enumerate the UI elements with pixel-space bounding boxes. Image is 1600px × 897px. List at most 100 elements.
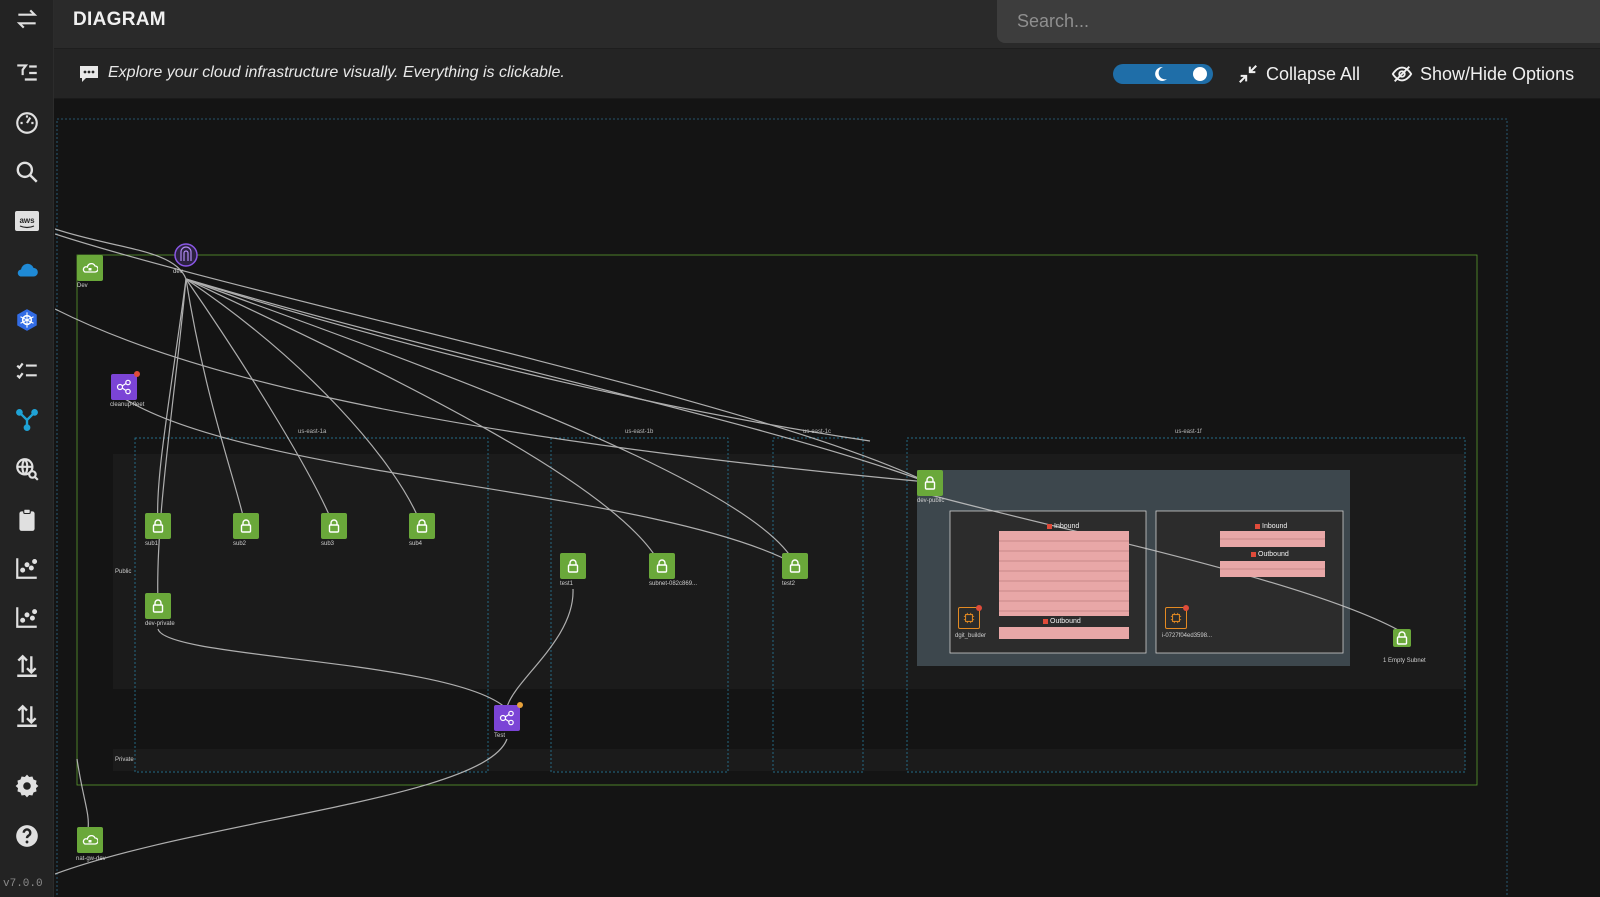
filter-tree-icon[interactable] xyxy=(11,57,43,89)
hint-text: Explore your cloud infrastructure visual… xyxy=(108,64,565,82)
subnet-sub4-label: sub4 xyxy=(409,541,422,547)
ec2-instance-2[interactable] xyxy=(1165,607,1187,629)
clipboard-icon[interactable] xyxy=(11,504,43,536)
collapse-all-button[interactable]: Collapse All xyxy=(1237,62,1360,86)
ec2-instance-1-label: dgit_builder xyxy=(955,633,986,639)
az-label-4: us-east-1f xyxy=(1175,429,1202,435)
dark-mode-toggle[interactable] xyxy=(1113,64,1213,84)
kubernetes-icon[interactable] xyxy=(11,304,43,336)
subnet-dev-private[interactable] xyxy=(145,593,171,619)
eye-slash-icon xyxy=(1391,63,1413,85)
checklist-icon[interactable] xyxy=(11,355,43,387)
subnet-sub1[interactable] xyxy=(145,513,171,539)
share-nodes-icon xyxy=(115,378,133,396)
settings-icon[interactable] xyxy=(11,770,43,802)
empty-subnet-label: 1 Empty Subnet xyxy=(1383,658,1426,664)
test-node[interactable] xyxy=(494,705,520,731)
lock-icon xyxy=(787,558,803,574)
diagram-toolbar: Explore your cloud infrastructure visual… xyxy=(54,49,1600,99)
sg-inbound-title-1: Inbound xyxy=(1047,523,1079,530)
cleanup-fleet-node[interactable] xyxy=(111,374,137,400)
lock-icon xyxy=(922,475,938,491)
show-hide-options-label: Show/Hide Options xyxy=(1420,64,1574,85)
show-hide-options-button[interactable]: Show/Hide Options xyxy=(1391,62,1574,86)
subnet-dev-public[interactable] xyxy=(917,470,943,496)
search-icon[interactable] xyxy=(11,156,43,188)
vpc-label: Dev xyxy=(77,283,88,289)
sg-outbound-title-1: Outbound xyxy=(1043,618,1081,625)
lock-icon xyxy=(414,518,430,534)
test-node-label: Test xyxy=(494,733,505,739)
empty-subnet-node[interactable] xyxy=(1393,629,1411,647)
subnet-test2[interactable] xyxy=(782,553,808,579)
nat-gateway-label: nat-gw-dev xyxy=(76,856,106,862)
public-zone-label: Public xyxy=(115,569,131,575)
diagram-svg xyxy=(55,99,1600,897)
sort-arrows-icon[interactable] xyxy=(11,650,43,682)
alert-badge xyxy=(134,371,140,377)
az-label-2: us-east-1b xyxy=(625,429,653,435)
subnet-sub2-label: sub2 xyxy=(233,541,246,547)
subnet-sub3-label: sub3 xyxy=(321,541,334,547)
warning-badge xyxy=(517,702,523,708)
toggle-knob xyxy=(1193,67,1207,81)
app-version: v7.0.0 xyxy=(3,878,43,890)
scatter-chart-icon[interactable] xyxy=(11,552,43,584)
ec2-instance-1[interactable] xyxy=(958,607,980,629)
azure-cloud-icon[interactable] xyxy=(11,254,43,286)
header: DIAGRAM xyxy=(54,0,1600,49)
subnet-sub2[interactable] xyxy=(233,513,259,539)
scatter-chart-alt-icon[interactable] xyxy=(11,601,43,633)
page-title: DIAGRAM xyxy=(73,9,166,31)
lock-icon xyxy=(654,558,670,574)
subnet-test1[interactable] xyxy=(560,553,586,579)
subnet-dev-public-label: dev-public xyxy=(917,498,944,504)
dashboard-gauge-icon[interactable] xyxy=(11,107,43,139)
subnet-long-label: subnet-082c869... xyxy=(649,581,697,587)
swap-arrows-icon[interactable] xyxy=(11,3,43,35)
collapse-all-label: Collapse All xyxy=(1266,64,1360,85)
svg-text:aws: aws xyxy=(19,216,35,225)
subnet-sub1-label: sub1 xyxy=(145,541,158,547)
collapse-icon xyxy=(1237,63,1259,85)
subnet-long[interactable] xyxy=(649,553,675,579)
private-zone-label: Private xyxy=(115,757,134,763)
graph-icon[interactable] xyxy=(11,404,43,436)
lock-icon xyxy=(150,598,166,614)
diagram-canvas[interactable]: us-east-1a us-east-1b us-east-1c us-east… xyxy=(55,99,1600,897)
search-input[interactable] xyxy=(997,0,1600,43)
lock-icon xyxy=(238,518,254,534)
lock-icon xyxy=(326,518,342,534)
moon-icon xyxy=(1151,65,1169,83)
igw-label: dev xyxy=(173,269,183,275)
alert-badge xyxy=(1183,605,1189,611)
cleanup-fleet-label: cleanup-fleet xyxy=(110,402,144,408)
internet-gateway-icon[interactable] xyxy=(173,242,199,268)
lock-icon xyxy=(1394,630,1410,646)
sg-outbound-title-2: Outbound xyxy=(1251,551,1289,558)
chip-icon xyxy=(963,612,975,624)
chip-icon xyxy=(1170,612,1182,624)
sg-inbound-title-2: Inbound xyxy=(1255,523,1287,530)
subnet-test1-label: test1 xyxy=(560,581,573,587)
global-search-icon[interactable] xyxy=(11,453,43,485)
sidebar: aws v7.0.0 xyxy=(0,0,54,897)
az-label-1: us-east-1a xyxy=(298,429,326,435)
alert-badge xyxy=(976,605,982,611)
subnet-dev-private-label: dev-private xyxy=(145,621,175,627)
sort-arrows-alt-icon[interactable] xyxy=(11,700,43,732)
help-icon[interactable] xyxy=(11,820,43,852)
subnet-test2-label: test2 xyxy=(782,581,795,587)
vpc-node[interactable] xyxy=(77,255,103,281)
lock-icon xyxy=(565,558,581,574)
az-label-3: us-east-1c xyxy=(803,429,831,435)
subnet-sub3[interactable] xyxy=(321,513,347,539)
share-nodes-icon xyxy=(498,709,516,727)
subnet-sub4[interactable] xyxy=(409,513,435,539)
cloud-lock-icon xyxy=(82,832,98,848)
nat-gateway-node[interactable] xyxy=(77,827,103,853)
aws-logo-icon[interactable]: aws xyxy=(11,205,43,237)
private-band xyxy=(113,749,1465,771)
cloud-lock-icon xyxy=(82,260,98,276)
ec2-instance-2-label: i-0727f04ed3598... xyxy=(1162,633,1212,639)
